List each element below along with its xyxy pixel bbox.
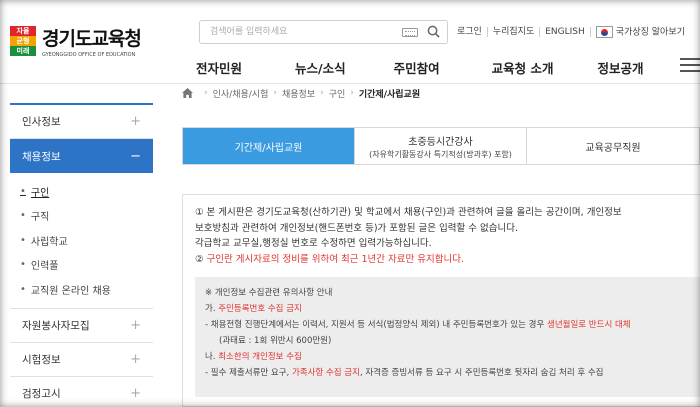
sub-item-job-offer[interactable]: 구인 [20, 179, 153, 204]
notice-box: ① 본 게시판은 경기도교육청(산하기관) 및 학교에서 채용(구인)과 관련하… [182, 194, 700, 407]
privacy-highlight: 최소한의 개인정보 수집 [218, 352, 302, 362]
nav-disclosure[interactable]: 정보공개 [597, 58, 643, 77]
tab-sublabel: (자유학기활동강사 특기적성(방과후) 포함) [369, 149, 512, 159]
notice-line: 보호방침과 관련하여 개인정보(핸드폰번호 등)가 포함된 글은 입력할 수 없… [195, 222, 519, 234]
search-input[interactable] [200, 21, 390, 43]
logo-title: 경기도교육청 [42, 28, 142, 50]
breadcrumb-item[interactable]: 채용정보 [282, 87, 315, 100]
plus-icon: + [130, 385, 141, 401]
tab-education-staff[interactable]: 교육공무직원 [527, 128, 699, 164]
plus-icon: + [130, 317, 141, 333]
logo-text: 경기도교육청 GYEONGGIDO OFFICE OF EDUCATION [42, 24, 142, 58]
sidebar-item-label: 채용정보 [22, 150, 61, 163]
login-link[interactable]: 로그인 [452, 27, 488, 37]
home-icon[interactable] [182, 88, 193, 98]
privacy-prefix: 가. [205, 304, 219, 314]
privacy-fine: (과태료 : 1회 위반시 600만원) [219, 336, 332, 346]
privacy-highlight: 생년월일로 반드시 대체 [547, 320, 631, 330]
privacy-notice: ※ 개인정보 수집관련 유의사항 안내 가. 주민등록번호 수집 금지 - 채용… [195, 277, 700, 397]
site-logo[interactable]: 자율 균형 미래 경기도교육청 GYEONGGIDO OFFICE OF EDU… [10, 24, 142, 58]
plus-icon: + [130, 114, 141, 129]
notice-text: ① 본 게시판은 경기도교육청(산하기관) 및 학교에서 채용(구인)과 관련하… [195, 205, 695, 267]
sidebar-item-label: 인사정보 [22, 116, 61, 128]
privacy-highlight: 가족사항 수집 금지 [291, 368, 360, 378]
tab-label: 기간제/사립교원 [234, 142, 303, 154]
site-header: 자율 균형 미래 경기도교육청 GYEONGGIDO OFFICE OF EDU… [0, 0, 700, 84]
sitemap-link[interactable]: 누리집지도 [488, 27, 541, 37]
notice-highlight: 구인란 게시자료의 정비를 위하여 최근 1년간 자료만 유지합니다. [206, 253, 464, 265]
breadcrumb: › 인사/채용/시험 › 채용정보 › 구인 › 기간제/사립교원 [182, 86, 420, 100]
english-link[interactable]: ENGLISH [540, 27, 591, 37]
privacy-text: - 채용전형 진행단계에서는 이력서, 지원서 등 서식(법정양식 제외) 내 … [205, 320, 547, 330]
national-symbol-label: 국가상징 알아보기 [615, 27, 685, 38]
national-symbol-link[interactable]: 국가상징 알아보기 [591, 26, 690, 38]
sub-item-job-seek[interactable]: 구직 [20, 204, 153, 229]
breadcrumb-current: 기간제/사립교원 [358, 89, 421, 100]
chevron-right-icon: › [320, 88, 324, 98]
sidebar-item-qualification-exam[interactable]: 검정고시 + [10, 377, 153, 407]
notice-line: 각급학교 교무실,행정실 번호로 수정하면 입력가능하십니다. [195, 238, 432, 249]
privacy-desc: - 채용전형 진행단계에서는 이력서, 지원서 등 서식(법정양식 제외) 내 … [205, 317, 695, 333]
sidebar-top-bar [10, 85, 153, 105]
sidebar-item-label: 검정고시 [22, 387, 61, 400]
logo-subtitle: GYEONGGIDO OFFICE OF EDUCATION [42, 52, 136, 58]
chevron-right-icon: › [273, 88, 277, 98]
tab-label: 교육공무직원 [585, 142, 641, 154]
sub-item-private-school[interactable]: 사립학교 [20, 228, 153, 253]
privacy-title: ※ 개인정보 수집관련 유의사항 안내 [205, 288, 333, 298]
chevron-right-icon: › [350, 88, 354, 98]
keyboard-icon[interactable] [402, 28, 418, 37]
tab-contract-teacher[interactable]: 기간제/사립교원 [183, 128, 355, 164]
sidebar-item-recruitment[interactable]: 채용정보 − [10, 139, 153, 173]
minus-icon: − [130, 148, 141, 164]
main-nav: 전자민원 뉴스/소식 주민참여 교육청 소개 정보공개 [168, 55, 643, 79]
privacy-item-a: 가. 주민등록번호 수집 금지 [205, 301, 695, 317]
privacy-desc: - 필수 제출서류만 요구, 가족사항 수집 금지, 자격증 증빙서류 등 요구… [205, 365, 695, 381]
sidebar-item-volunteer[interactable]: 자원봉사자모집 + [10, 309, 153, 343]
breadcrumb-item[interactable]: 구인 [329, 87, 346, 100]
sidebar-sub-list: 구인 구직 사립학교 인력풀 교직원 온라인 채용 [10, 173, 153, 309]
sidebar-item-label: 자원봉사자모집 [22, 319, 90, 332]
logo-badge-2: 균형 [10, 36, 36, 46]
logo-badge-1: 자율 [10, 26, 36, 36]
tab-label: 초중등시간강사 [408, 136, 473, 148]
chevron-right-icon: › [204, 88, 208, 98]
nav-news[interactable]: 뉴스/소식 [295, 58, 346, 77]
search-box [199, 20, 448, 44]
nav-about[interactable]: 교육청 소개 [492, 58, 554, 77]
search-icon[interactable] [427, 25, 440, 38]
privacy-text: - 필수 제출서류만 요구, [205, 368, 292, 378]
sidebar-item-exam[interactable]: 시험정보 + [10, 343, 153, 377]
tab-part-time-lecturer[interactable]: 초중등시간강사 (자유학기활동강사 특기적성(방과후) 포함) [355, 128, 527, 164]
notice-prefix: ② [195, 253, 207, 265]
utility-menu: 로그인 누리집지도 ENGLISH 국가상징 알아보기 [452, 24, 690, 40]
category-tabs: 기간제/사립교원 초중등시간강사 (자유학기활동강사 특기적성(방과후) 포함)… [182, 127, 700, 165]
logo-badge: 자율 균형 미래 [10, 26, 36, 56]
notice-line: ① 본 게시판은 경기도교육청(산하기관) 및 학교에서 채용(구인)과 관련하… [195, 207, 622, 218]
nav-e-civil[interactable]: 전자민원 [196, 58, 242, 77]
breadcrumb-item[interactable]: 인사/채용/시험 [213, 87, 269, 100]
sidebar: 인사정보 + 채용정보 − 구인 구직 사립학교 인력풀 교직원 온라인 채용 … [10, 84, 153, 407]
privacy-item-b: 나. 최소한의 개인정보 수집 [205, 349, 695, 365]
privacy-highlight: 주민등록번호 수집 금지 [218, 304, 302, 314]
korea-flag-icon [595, 26, 613, 38]
sub-item-online-hiring[interactable]: 교직원 온라인 채용 [20, 277, 153, 302]
notice-line: ② 구인란 게시자료의 정비를 위하여 최근 1년간 자료만 유지합니다. [195, 252, 695, 268]
menu-icon[interactable] [680, 58, 700, 72]
privacy-prefix: 나. [205, 352, 219, 362]
sidebar-item-label: 시험정보 [22, 353, 61, 366]
plus-icon: + [130, 351, 141, 367]
sidebar-item-personnel[interactable]: 인사정보 + [10, 105, 153, 139]
privacy-text: , 자격증 증빙서류 등 요구 시 주민등록번호 뒷자리 숨김 처리 후 수집 [359, 368, 604, 378]
logo-badge-3: 미래 [10, 46, 36, 56]
nav-participation[interactable]: 주민참여 [394, 58, 440, 77]
sub-item-talent-pool[interactable]: 인력풀 [20, 253, 153, 278]
